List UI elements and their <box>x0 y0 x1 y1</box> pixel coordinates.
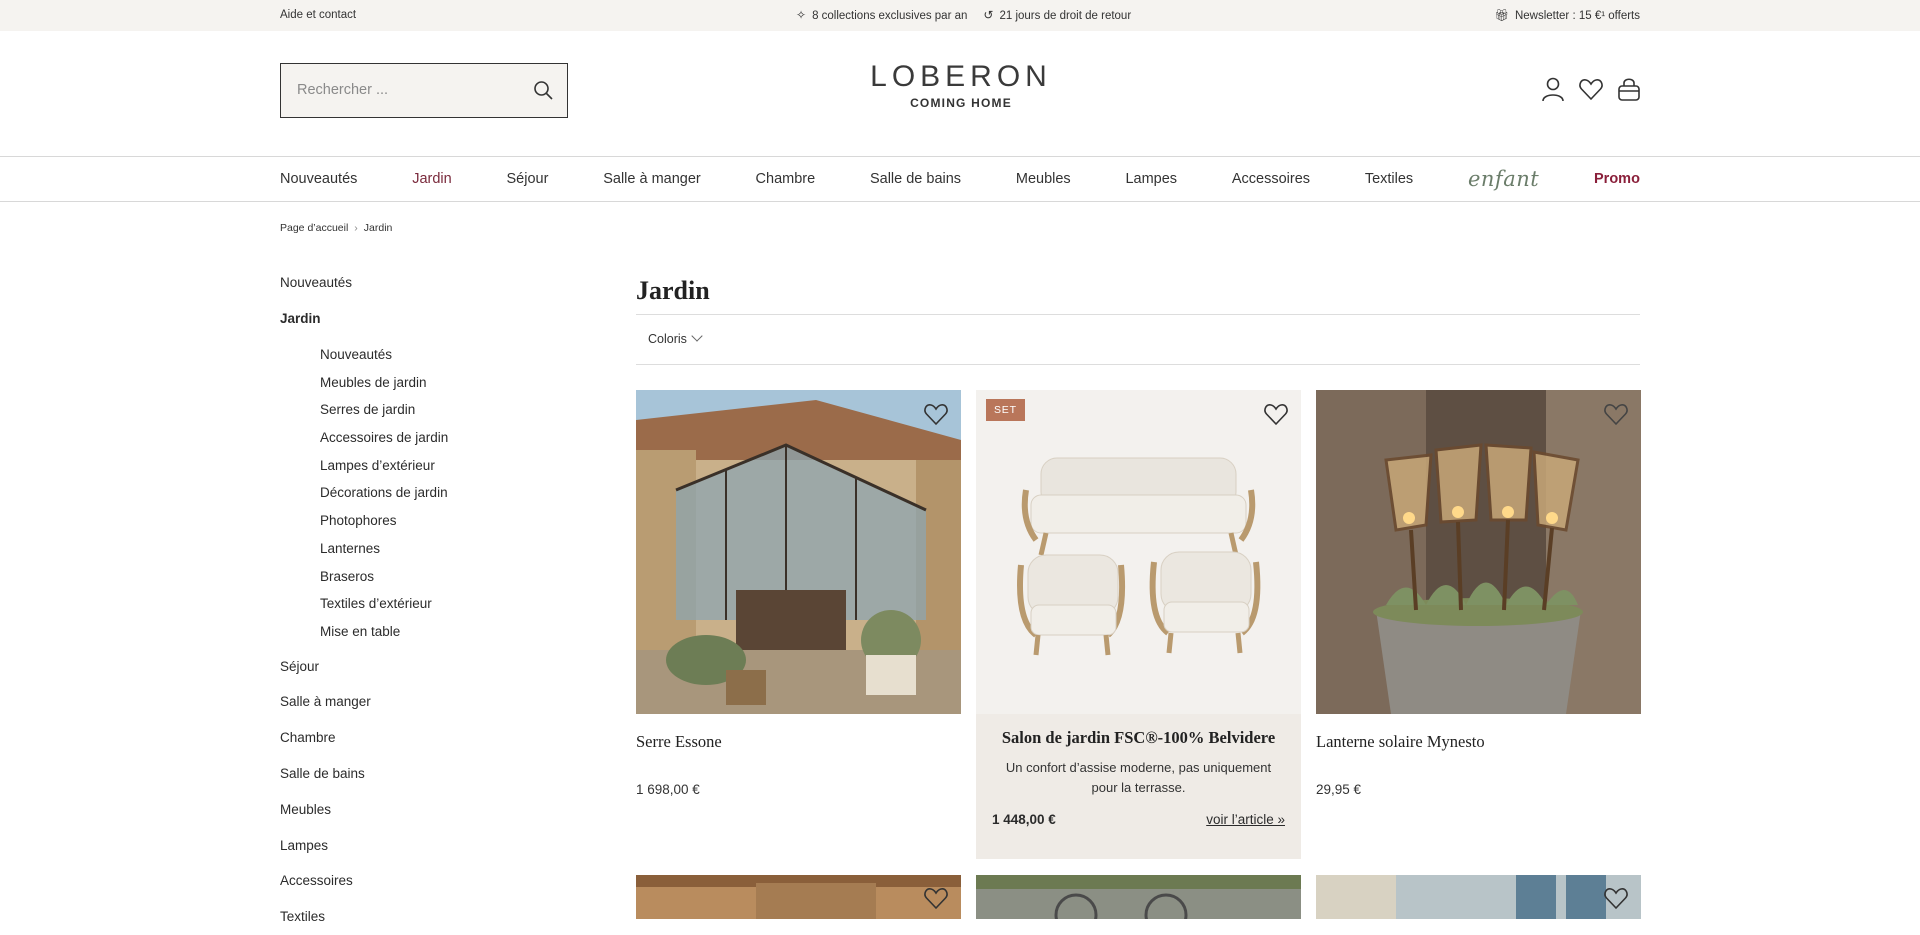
sidebar-sub-item[interactable]: Décorations de jardin <box>320 482 560 510</box>
nav-item-lampes[interactable]: Lampes <box>1125 171 1177 187</box>
sidebar-item-accessoires[interactable]: Accessoires <box>280 863 560 899</box>
nav-item-promo[interactable]: Promo <box>1594 171 1640 187</box>
color-filter-dropdown[interactable]: Coloris <box>648 330 703 346</box>
sidebar-sub-item[interactable]: Meubles de jardin <box>320 372 560 400</box>
product-price: 29,95 € <box>1316 782 1362 797</box>
product-title[interactable]: Serre Essone <box>636 732 961 752</box>
product-image-greenhouse[interactable] <box>636 390 961 714</box>
nav-item-nouveautes[interactable]: Nouveautés <box>280 171 357 187</box>
breadcrumb-home[interactable]: Page d’accueil <box>280 222 348 234</box>
sidebar-item-salle-de-bains[interactable]: Salle de bains <box>280 756 560 792</box>
product-image-solar-lantern[interactable] <box>1316 390 1641 714</box>
sidebar-item-jardin[interactable]: Jardin <box>280 308 560 344</box>
nav-item-jardin[interactable]: Jardin <box>412 171 452 187</box>
return-arrow-icon: ↺ <box>983 8 994 22</box>
product-title[interactable]: Lanterne solaire Mynesto <box>1316 732 1641 752</box>
sidebar-sub-item[interactable]: Lampes d’extérieur <box>320 455 560 483</box>
sidebar-other-categories: Séjour Salle à manger Chambre Salle de b… <box>280 649 560 935</box>
product-card[interactable]: Lanterne solaire Mynesto 29,95 € <box>1316 390 1641 797</box>
account-icon[interactable] <box>1540 76 1566 102</box>
sidebar-item-meubles[interactable]: Meubles <box>280 792 560 828</box>
product-price: 1 698,00 € <box>636 782 700 797</box>
lounge-set-photo <box>976 390 1301 714</box>
sidebar-item-salle-a-manger[interactable]: Salle à manger <box>280 684 560 720</box>
search-icon[interactable] <box>533 80 553 100</box>
chevron-right-icon: › <box>354 222 358 234</box>
sidebar-item-textiles[interactable]: Textiles <box>280 899 560 935</box>
product-image-garden-lounge-set[interactable]: SET <box>976 390 1301 714</box>
search-box[interactable] <box>280 63 568 118</box>
wishlist-heart-icon[interactable] <box>923 886 949 910</box>
product-image-partial <box>976 875 1301 919</box>
main-navigation: Nouveautés Jardin Séjour Salle à manger … <box>0 156 1920 202</box>
wishlist-heart-icon[interactable] <box>1263 402 1289 426</box>
greenhouse-photo <box>636 390 961 714</box>
header-actions <box>1540 76 1642 102</box>
product-image-partial <box>1316 875 1641 919</box>
chevron-down-icon <box>691 330 703 342</box>
brand-logo[interactable]: LOBERON COMING HOME <box>858 60 1064 110</box>
product-description: Un confort d’assise moderne, pas uniquem… <box>1005 760 1272 795</box>
product-title[interactable]: Salon de jardin FSC®-100% Belvidere <box>992 728 1285 748</box>
product-card-row2[interactable] <box>1316 875 1641 919</box>
sidebar-sub-item[interactable]: Braseros <box>320 566 560 594</box>
newsletter-link[interactable]: 🎁︎ Newsletter : 15 €¹ offerts <box>1494 8 1640 22</box>
sidebar-item-chambre[interactable]: Chambre <box>280 720 560 756</box>
nav-item-accessoires[interactable]: Accessoires <box>1232 171 1310 187</box>
nav-item-enfant[interactable]: enfant <box>1468 167 1539 191</box>
breadcrumb-current[interactable]: Jardin <box>364 222 393 234</box>
usp-returns: ↺ 21 jours de droit de retour <box>983 8 1132 22</box>
sidebar-sub-item[interactable]: Mise en table <box>320 621 560 649</box>
sidebar-item-sejour[interactable]: Séjour <box>280 649 560 685</box>
nav-item-salle-de-bains[interactable]: Salle de bains <box>870 171 961 187</box>
usp-bar: ✧ 8 collections exclusives par an ↺ 21 jou… <box>796 8 1131 22</box>
divider <box>636 364 1640 365</box>
nav-item-sejour[interactable]: Séjour <box>506 171 548 187</box>
sidebar-subcategories: Nouveautés Meubles de jardin Serres de j… <box>280 344 560 649</box>
view-article-link[interactable]: voir l’article » <box>1206 812 1285 827</box>
top-utility-bar: Aide et contact ✧ 8 collections exclusive… <box>0 0 1920 31</box>
divider <box>636 314 1640 315</box>
product-card-row2[interactable] <box>976 875 1301 919</box>
product-card-featured[interactable]: SET Salon de jardin FSC®-100% Belvidere … <box>976 390 1301 859</box>
featured-product-footer: 1 448,00 € voir l’article » <box>992 812 1285 827</box>
product-card[interactable]: Serre Essone 1 698,00 € <box>636 390 961 797</box>
product-price: 1 448,00 € <box>992 812 1056 827</box>
nav-item-chambre[interactable]: Chambre <box>756 171 816 187</box>
sidebar-sub-item[interactable]: Accessoires de jardin <box>320 427 560 455</box>
page-title: Jardin <box>636 276 710 305</box>
wishlist-heart-icon[interactable] <box>1578 76 1604 102</box>
usp-collections: ✧ 8 collections exclusives par an <box>796 8 968 22</box>
product-image-partial <box>636 875 961 919</box>
nav-item-meubles[interactable]: Meubles <box>1016 171 1071 187</box>
sidebar-sub-item[interactable]: Nouveautés <box>320 344 560 372</box>
sidebar-sub-item[interactable]: Photophores <box>320 510 560 538</box>
sidebar-item-nouveautes[interactable]: Nouveautés <box>280 272 560 308</box>
sidebar-sub-item[interactable]: Lanternes <box>320 538 560 566</box>
nav-item-salle-a-manger[interactable]: Salle à manger <box>603 171 701 187</box>
gift-icon: 🎁︎ <box>1494 10 1509 22</box>
breadcrumb: Page d’accueil › Jardin <box>280 222 392 234</box>
help-contact-link[interactable]: Aide et contact <box>280 9 356 21</box>
set-badge: SET <box>986 399 1025 421</box>
wishlist-heart-icon[interactable] <box>1603 402 1629 426</box>
nav-item-textiles[interactable]: Textiles <box>1365 171 1413 187</box>
sidebar-item-lampes[interactable]: Lampes <box>280 828 560 864</box>
sparkle-icon: ✧ <box>796 8 807 22</box>
sidebar-sub-item[interactable]: Textiles d’extérieur <box>320 593 560 621</box>
wishlist-heart-icon[interactable] <box>923 402 949 426</box>
cart-bag-icon[interactable] <box>1616 76 1642 102</box>
category-sidebar: Nouveautés Jardin Nouveautés Meubles de … <box>280 272 560 935</box>
search-input[interactable] <box>281 64 511 115</box>
product-card-row2[interactable] <box>636 875 961 919</box>
sidebar-sub-item[interactable]: Serres de jardin <box>320 399 560 427</box>
solar-lantern-photo <box>1316 390 1641 714</box>
featured-product-info: Salon de jardin FSC®-100% Belvidere Un c… <box>976 714 1301 859</box>
wishlist-heart-icon[interactable] <box>1603 886 1629 910</box>
